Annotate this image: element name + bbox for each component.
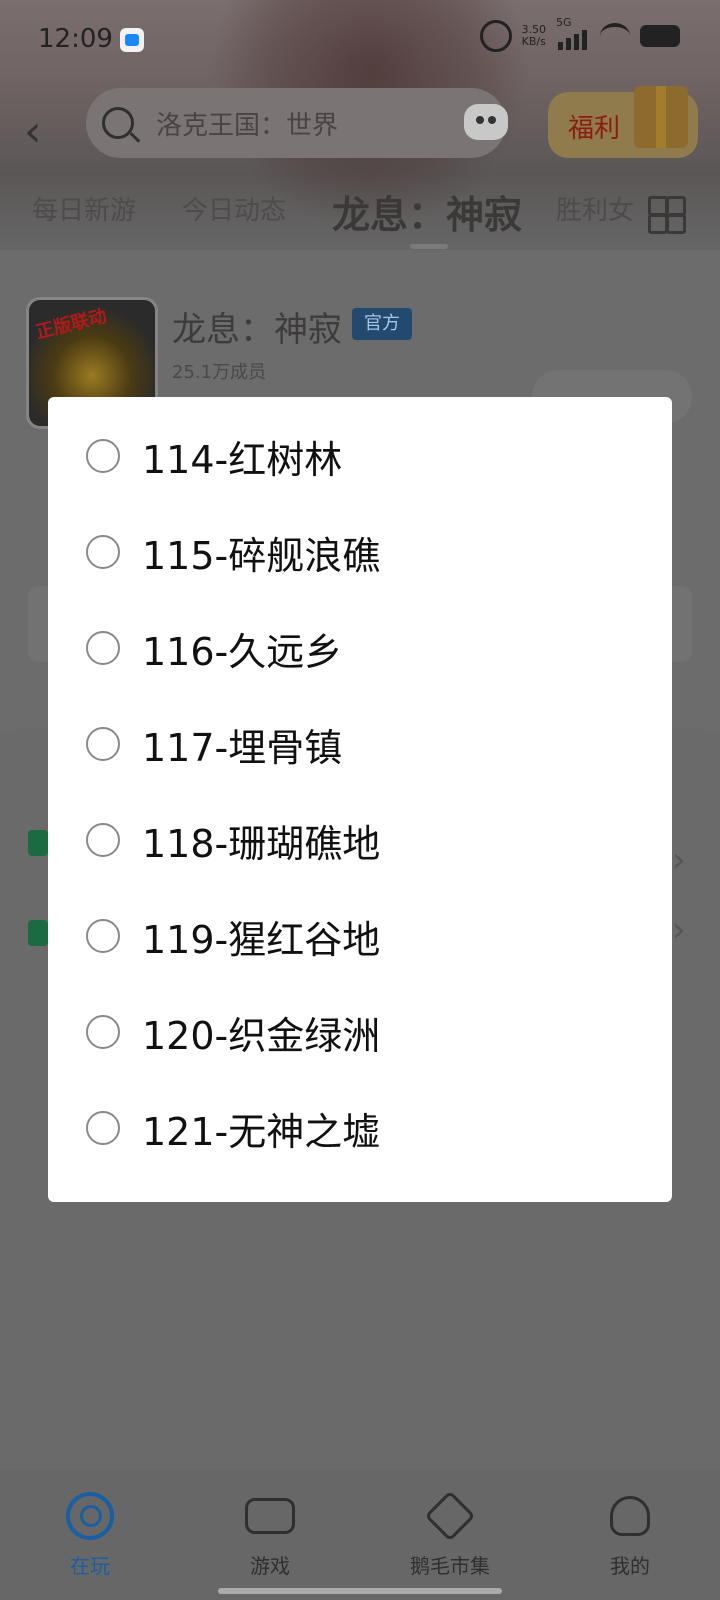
battery-icon xyxy=(640,25,680,47)
play-icon xyxy=(66,1492,114,1540)
nav-label: 在玩 xyxy=(70,1554,110,1578)
tag-icon xyxy=(424,1490,476,1542)
radio-button[interactable] xyxy=(86,535,120,569)
nav-me[interactable]: 我的 xyxy=(570,1492,690,1579)
option-label: 118-珊瑚礁地 xyxy=(142,822,381,866)
nav-label: 游戏 xyxy=(250,1554,290,1578)
nav-playing[interactable]: 在玩 xyxy=(30,1492,150,1579)
search-bar[interactable]: 洛克王国：世界 xyxy=(86,88,506,158)
announcement-badge xyxy=(28,830,48,856)
tab-daily-new-games[interactable]: 每日新游 xyxy=(32,190,136,227)
welfare-button[interactable]: 福利 xyxy=(548,86,698,158)
radio-button[interactable] xyxy=(86,727,120,761)
radio-button[interactable] xyxy=(86,631,120,665)
gamepad-icon xyxy=(245,1498,295,1534)
search-icon xyxy=(102,107,134,139)
wifi-icon xyxy=(600,23,630,49)
network-speed: 3.50 KB/s xyxy=(522,24,547,48)
welfare-label: 福利 xyxy=(568,114,621,144)
signal-icon: 5G xyxy=(556,16,590,50)
alarm-icon xyxy=(479,20,512,52)
search-text: 洛克王国：世界 xyxy=(156,110,339,141)
nav-label: 鹅毛市集 xyxy=(410,1554,490,1578)
status-bar: 12:09 3.50 KB/s 5G xyxy=(0,0,720,78)
option-label: 117-埋骨镇 xyxy=(142,726,343,770)
official-badge: 官方 xyxy=(352,308,412,340)
notification-app-icon xyxy=(120,28,144,52)
gift-icon xyxy=(634,86,688,148)
radio-button[interactable] xyxy=(86,439,120,473)
member-count: 25.1万成员 xyxy=(172,362,267,383)
tab-today-updates[interactable]: 今日动态 xyxy=(182,190,286,227)
announcement-badge xyxy=(28,920,48,946)
option-label: 114-红树林 xyxy=(142,438,343,482)
option-label: 121-无神之墟 xyxy=(142,1110,381,1154)
chevron-right-icon[interactable]: › xyxy=(672,910,686,950)
nav-market[interactable]: 鹅毛市集 xyxy=(390,1490,510,1579)
option-label: 115-碎舰浪礁 xyxy=(142,534,381,578)
nav-label: 我的 xyxy=(610,1554,650,1578)
option-row[interactable]: 118-珊瑚礁地 xyxy=(48,795,672,891)
top-bar: ‹ 洛克王国：世界 福利 xyxy=(0,86,720,158)
tab-bar: 每日新游 今日动态 龙息：神寂 胜利女 xyxy=(0,190,720,250)
option-row[interactable]: 119-猩红谷地 xyxy=(48,891,672,987)
back-button[interactable]: ‹ xyxy=(24,106,42,157)
chevron-right-icon[interactable]: › xyxy=(672,840,686,880)
option-row[interactable]: 117-埋骨镇 xyxy=(48,699,672,795)
user-icon xyxy=(610,1496,650,1536)
server-select-dialog: 114-红树林 115-碎舰浪礁 116-久远乡 117-埋骨镇 118-珊瑚礁… xyxy=(48,397,672,1202)
option-row[interactable]: 116-久远乡 xyxy=(48,603,672,699)
option-label: 116-久远乡 xyxy=(142,630,343,674)
status-indicators: 3.50 KB/s 5G xyxy=(479,16,680,52)
status-time: 12:09 xyxy=(38,24,113,54)
radio-button[interactable] xyxy=(86,1111,120,1145)
tab-next[interactable]: 胜利女 xyxy=(556,190,634,227)
tab-game[interactable]: 龙息：神寂 xyxy=(332,184,522,239)
network-type: 5G xyxy=(556,16,572,29)
network-speed-unit: KB/s xyxy=(521,35,546,48)
avatar-tag: 正版联动 xyxy=(33,305,109,344)
radio-button[interactable] xyxy=(86,823,120,857)
option-label: 119-猩红谷地 xyxy=(142,918,381,962)
option-row[interactable]: 120-织金绿洲 xyxy=(48,987,672,1083)
option-row[interactable]: 114-红树林 xyxy=(48,411,672,507)
option-row[interactable]: 121-无神之墟 xyxy=(48,1083,672,1179)
option-label: 120-织金绿洲 xyxy=(142,1014,381,1058)
radio-button[interactable] xyxy=(86,919,120,953)
radio-button[interactable] xyxy=(86,1015,120,1049)
assistant-icon[interactable] xyxy=(464,104,508,140)
bottom-nav: 在玩 游戏 鹅毛市集 我的 xyxy=(0,1470,720,1600)
home-indicator xyxy=(218,1588,502,1594)
grid-menu-icon[interactable] xyxy=(648,196,686,234)
nav-games[interactable]: 游戏 xyxy=(210,1492,330,1579)
option-row[interactable]: 115-碎舰浪礁 xyxy=(48,507,672,603)
tab-indicator xyxy=(410,244,448,249)
game-name: 龙息：神寂 xyxy=(172,310,342,350)
